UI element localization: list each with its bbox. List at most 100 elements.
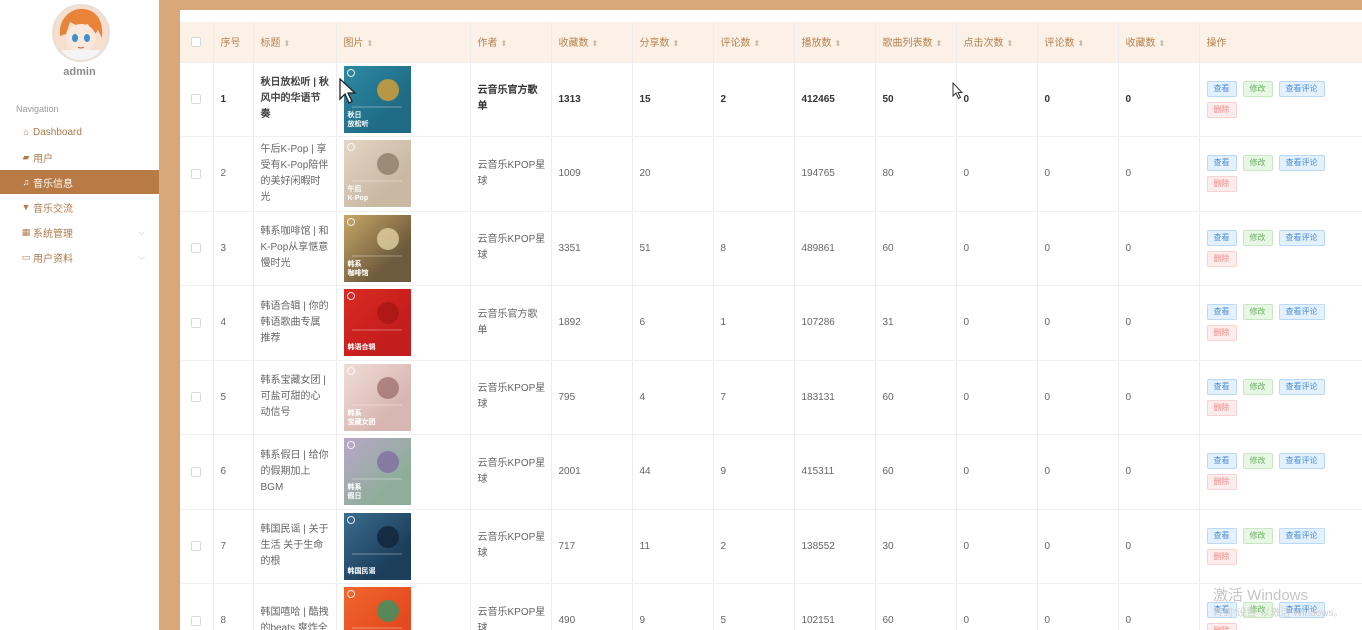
sort-icon[interactable]: ⬍ [1078,39,1085,48]
sidebar-item-system-management[interactable]: ▦ 系统管理 ⌵ [0,220,159,244]
view-button[interactable]: 查看 [1206,378,1237,395]
view-comments-button[interactable]: 查看评论 [1278,378,1325,395]
column-header-comments-2[interactable]: 评论数 ⬍ [1037,22,1119,63]
edit-button[interactable]: 修改 [1242,378,1273,395]
sort-icon[interactable]: ⬍ [501,39,508,48]
song-count-cell: 80 [875,136,957,212]
title-cell: 韩系宝藏女团 | 可盐可甜的心动信号 [253,360,337,435]
row-select-cell [180,360,214,435]
content-frame-top [159,0,1362,10]
column-header-favorites-2[interactable]: 收藏数 ⬍ [1118,22,1200,63]
row-number-cell: 8 [213,583,254,630]
edit-button[interactable]: 修改 [1242,304,1273,321]
edit-button[interactable]: 修改 [1242,527,1273,544]
edit-button[interactable]: 修改 [1242,155,1273,172]
favorites-2-cell: 0 [1118,583,1200,630]
sidebar-item-users[interactable]: ▰ 用户 [0,145,159,169]
favorites-cell: 1009 [551,136,633,212]
view-button[interactable]: 查看 [1206,304,1237,321]
delete-button[interactable]: 删除 [1206,399,1237,416]
plays-cell: 107286 [794,285,876,361]
author-cell: 云音乐官方歌单 [470,285,552,361]
image-cell: 韩系 咖啡馆 [336,211,471,286]
favorites-2-cell: 0 [1118,434,1200,510]
view-comments-button[interactable]: 查看评论 [1278,229,1325,246]
view-comments-button[interactable]: 查看评论 [1278,527,1325,544]
sidebar-item-dashboard[interactable]: ⌂ Dashboard [0,120,159,144]
delete-button[interactable]: 删除 [1206,250,1237,267]
column-header-plays[interactable]: 播放数 ⬍ [794,22,876,63]
column-header-image[interactable]: 图片 ⬍ [336,22,471,63]
view-button[interactable]: 查看 [1206,229,1237,246]
row-number-cell: 5 [213,360,254,435]
sort-icon[interactable]: ⬍ [835,39,842,48]
sort-icon[interactable]: ⬍ [284,39,291,48]
clicks-cell: 0 [956,62,1038,137]
view-button[interactable]: 查看 [1206,155,1237,172]
delete-button[interactable]: 删除 [1206,176,1237,193]
favorites-cell: 3351 [551,211,633,286]
avatar[interactable] [52,4,110,62]
delete-button[interactable]: 删除 [1206,474,1237,491]
shares-cell: 9 [632,583,714,630]
delete-button[interactable]: 删除 [1206,325,1237,342]
sort-icon[interactable]: ⬍ [673,39,680,48]
delete-button[interactable]: 删除 [1206,548,1237,565]
view-comments-button[interactable]: 查看评论 [1278,453,1325,470]
row-checkbox[interactable] [190,541,201,552]
column-header-favorites[interactable]: 收藏数 ⬍ [551,22,633,63]
playlist-cover-image[interactable]: 韩语合辑 [343,289,411,357]
view-button[interactable]: 查看 [1206,527,1237,544]
view-comments-button[interactable]: 查看评论 [1278,155,1325,172]
favorites-cell: 2001 [551,434,633,510]
actions-cell: 查看修改查看评论删除 [1199,509,1362,584]
view-button[interactable]: 查看 [1206,80,1237,97]
sidebar-item-user-profile[interactable]: ▭ 用户资料 ⌵ [0,245,159,269]
row-checkbox[interactable] [190,392,201,403]
delete-button[interactable]: 删除 [1206,623,1237,630]
view-comments-button[interactable]: 查看评论 [1278,80,1325,97]
playlist-cover-image[interactable]: 韩系 宝藏女团 [343,363,411,431]
sort-icon[interactable]: ⬍ [367,39,374,48]
sort-icon[interactable]: ⬍ [592,39,599,48]
netease-logo-icon [346,143,355,152]
row-checkbox[interactable] [190,243,201,254]
sort-icon[interactable]: ⬍ [1159,39,1166,48]
row-checkbox[interactable] [190,317,201,328]
playlist-cover-image[interactable] [343,587,411,630]
delete-button[interactable]: 删除 [1206,101,1237,118]
column-header-title[interactable]: 标题 ⬍ [253,22,337,63]
playlist-cover-image[interactable]: 午后 K-Pop [343,140,411,208]
playlist-cover-image[interactable]: 韩国民谣 [343,512,411,580]
sort-icon[interactable]: ⬍ [936,39,943,48]
sort-icon[interactable]: ⬍ [1007,39,1014,48]
column-header-author[interactable]: 作者 ⬍ [470,22,552,63]
edit-button[interactable]: 修改 [1242,453,1273,470]
netease-logo-icon [346,68,355,77]
edit-button[interactable]: 修改 [1242,229,1273,246]
column-header-comments[interactable]: 评论数 ⬍ [713,22,795,63]
select-all-cell [180,22,214,63]
netease-logo-icon [346,441,355,450]
view-comments-button[interactable]: 查看评论 [1278,304,1325,321]
column-header-song-count[interactable]: 歌曲列表数 ⬍ [875,22,957,63]
row-checkbox[interactable] [190,94,201,105]
sidebar-item-label: 用户资料 [33,253,73,265]
row-checkbox[interactable] [190,466,201,477]
cover-caption: 午后 K-Pop [347,186,369,203]
cover-caption: 韩系 咖啡馆 [347,260,369,277]
view-button[interactable]: 查看 [1206,453,1237,470]
column-header-clicks[interactable]: 点击次数 ⬍ [956,22,1038,63]
row-checkbox[interactable] [190,615,201,626]
select-all-checkbox[interactable] [190,36,201,47]
playlist-cover-image[interactable]: 韩系 假日 [343,438,411,506]
playlist-cover-image[interactable]: 韩系 咖啡馆 [343,214,411,282]
sidebar-item-music-exchange[interactable]: ▼ 音乐交流 [0,195,159,219]
sidebar-item-music-info[interactable]: ♫ 音乐信息 [0,170,159,194]
edit-button[interactable]: 修改 [1242,80,1273,97]
column-header-shares[interactable]: 分享数 ⬍ [632,22,714,63]
sort-icon[interactable]: ⬍ [754,39,761,48]
windows-activation-watermark: 激活 Windows [1213,587,1309,604]
chevron-down-icon: ⌵ [138,251,145,262]
row-checkbox[interactable] [190,168,201,179]
